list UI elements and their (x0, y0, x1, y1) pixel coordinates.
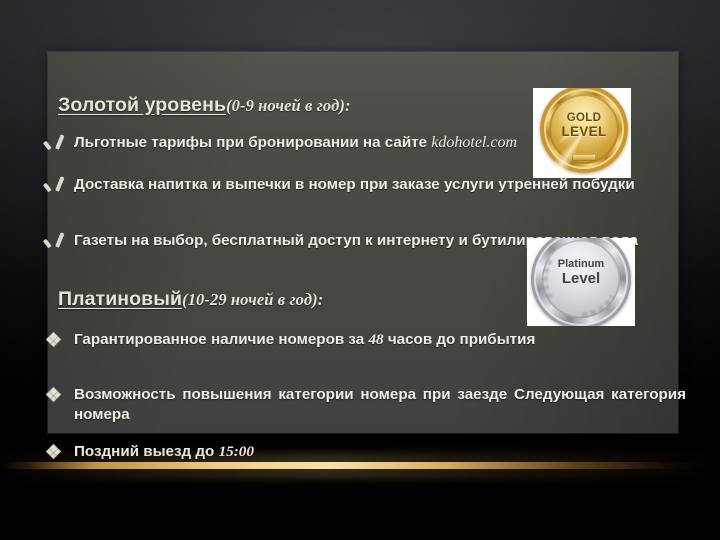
gold-medal-label: GOLD LEVEL (540, 112, 628, 139)
diamond-icon (45, 330, 63, 349)
gold-level-heading: Золотой уровень(0-9 ночей в год): (58, 94, 351, 117)
gold-level-medal: GOLD LEVEL (533, 88, 631, 178)
gold-level-heading-main: Золотой уровень (58, 94, 227, 116)
platinum-bullet-1-label-before: Гарантированное наличие номеров за (74, 331, 369, 348)
presentation-slide: Золотой уровень(0-9 ночей в год): Льготн… (0, 0, 720, 540)
platinum-level-heading-main: Платиновый (58, 288, 183, 310)
diamond-icon (45, 385, 63, 404)
platinum-medal-line2: Level (561, 270, 601, 288)
platinum-bullet-1-label-after: часов до прибытия (383, 331, 536, 348)
gold-medal-line2: LEVEL (561, 123, 607, 139)
guarantee-hours-value: 48 (368, 331, 384, 348)
gold-divider (0, 462, 720, 469)
gold-level-heading-qualifier: (0-9 ночей в год): (226, 96, 351, 115)
platinum-bullet-2-text: Возможность повышения категории номера п… (74, 386, 686, 423)
check-icon (42, 133, 65, 152)
platinum-bullet-1: Гарантированное наличие номеров за 48 ча… (45, 330, 686, 350)
gold-bullet-1-label: Льготные тарифы при бронировании на сайт… (74, 134, 432, 151)
platinum-bullet-2: Возможность повышения категории номера п… (45, 385, 686, 424)
check-icon (42, 175, 65, 194)
platinum-medal-line1: Platinum (557, 258, 605, 270)
gold-medal-disc: GOLD LEVEL (540, 88, 628, 178)
platinum-bullet-1-text: Гарантированное наличие номеров за 48 ча… (74, 330, 686, 350)
gold-medal-line1: GOLD (566, 112, 602, 124)
platinum-level-medal: Platinum Level (527, 238, 635, 326)
booking-site-url: kdohotel.com (431, 134, 518, 151)
platinum-medal-label: Platinum Level (531, 258, 631, 288)
gold-medal-ribbon (572, 154, 596, 161)
platinum-level-heading-qualifier: (10-29 ночей в год): (182, 290, 324, 309)
platinum-level-heading: Платиновый(10-29 ночей в год): (58, 288, 323, 311)
platinum-medal-disc: Platinum Level (531, 238, 631, 326)
check-icon (42, 231, 65, 250)
